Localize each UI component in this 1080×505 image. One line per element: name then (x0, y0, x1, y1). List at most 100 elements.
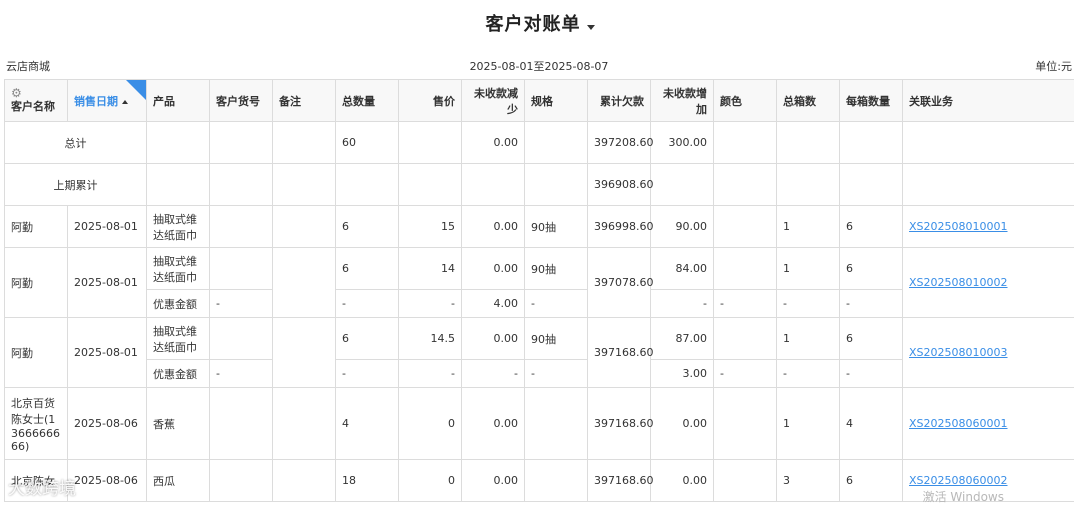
col-unreceived-decrease[interactable]: 未收款减少 (461, 79, 525, 122)
cell-price: 0 (398, 387, 462, 460)
cell-per-box: 4 (839, 387, 903, 460)
col-sale-date[interactable]: 销售日期 (67, 79, 147, 122)
cell-product: 抽取式维达纸面巾 (146, 317, 210, 360)
summary-prev-row: 上期累计 396908.60 (4, 163, 1074, 206)
cell-spec: 90抽 (524, 317, 588, 360)
col-per-box[interactable]: 每箱数量 (839, 79, 903, 122)
related-link[interactable]: XS202508010002 (909, 276, 1008, 289)
summary-total-label: 总计 (4, 121, 147, 164)
cell-price: 14 (398, 247, 462, 290)
summary-total-inc: 300.00 (650, 121, 714, 164)
sort-asc-icon[interactable] (122, 99, 128, 104)
corner-badge-icon (126, 80, 146, 100)
cell-date: 2025-08-01 (67, 247, 147, 318)
cell-boxes: 1 (776, 205, 840, 248)
gear-icon[interactable]: ⚙ (11, 87, 61, 99)
cell-date: 2025-08-06 (67, 387, 147, 460)
cell-qty: 4 (335, 387, 399, 460)
cell-sub-dec: 4.00 (461, 289, 525, 318)
cell-boxes: 1 (776, 247, 840, 290)
summary-total-dec: 0.00 (461, 121, 525, 164)
cell-product: 抽取式维达纸面巾 (146, 205, 210, 248)
cell-dec: 0.00 (461, 205, 525, 248)
cell-qty: 6 (335, 205, 399, 248)
cell-product: 西瓜 (146, 459, 210, 502)
col-price[interactable]: 售价 (398, 79, 462, 122)
cell-per-box: 6 (839, 247, 903, 290)
col-customer[interactable]: ⚙ 客户名称 (4, 79, 68, 122)
related-link[interactable]: XS202508060002 (909, 474, 1008, 487)
unit-label: 单位:元 (1035, 60, 1072, 73)
cell-customer: 北京百货陈女士(1366666666) (4, 387, 68, 460)
col-spec[interactable]: 规格 (524, 79, 588, 122)
page-title[interactable]: 客户对账单 (486, 14, 581, 35)
cell-date: 2025-08-06 (67, 459, 147, 502)
cell-owed: 397168.60 (587, 317, 654, 388)
cell-qty: 6 (335, 317, 399, 360)
cell-inc: 84.00 (650, 247, 714, 290)
cell-price: 0 (398, 459, 462, 502)
cell-boxes: 1 (776, 387, 840, 460)
cell-sub-inc: 3.00 (650, 359, 714, 388)
summary-total-row: 总计 60 0.00 397208.60 300.00 (4, 121, 1074, 164)
cell-owed: 397168.60 (587, 387, 654, 460)
cell-price: 14.5 (398, 317, 462, 360)
cell-product: 香蕉 (146, 387, 210, 460)
col-related[interactable]: 关联业务 (902, 79, 1074, 122)
table-row: 阿勤 2025-08-01 抽取式维达纸面巾 6 14.5 0.00 90抽 3… (4, 317, 1074, 388)
cell-qty: 18 (335, 459, 399, 502)
col-product[interactable]: 产品 (146, 79, 210, 122)
cell-date: 2025-08-01 (67, 205, 147, 248)
cell-per-box: 6 (839, 205, 903, 248)
summary-prev-owed: 396908.60 (587, 163, 654, 206)
meta-row: 云店商城 2025-08-01至2025-08-07 单位:元 (6, 58, 1072, 73)
related-link[interactable]: XS202508010001 (909, 220, 1008, 233)
table-row: 北京陈女 2025-08-06 西瓜 18 0 0.00 397168.60 0… (4, 459, 1074, 502)
cell-per-box: 6 (839, 459, 903, 502)
cell-dec: 0.00 (461, 459, 525, 502)
cell-inc: 0.00 (650, 459, 714, 502)
cell-price: 15 (398, 205, 462, 248)
cell-sub-product: 优惠金额 (146, 289, 210, 318)
cell-spec: 90抽 (524, 247, 588, 290)
cell-customer: 阿勤 (4, 205, 68, 248)
col-color[interactable]: 颜色 (713, 79, 777, 122)
related-link[interactable]: XS202508060001 (909, 417, 1008, 430)
col-total-boxes[interactable]: 总箱数 (776, 79, 840, 122)
cell-date: 2025-08-01 (67, 317, 147, 388)
table-header: ⚙ 客户名称 销售日期 产品 客户货号 备注 总数量 售价 未收款减少 规格 累计… (4, 79, 1074, 122)
cell-boxes: 1 (776, 317, 840, 360)
table-row: 阿勤 2025-08-01 抽取式维达纸面巾 6 15 0.00 90抽 396… (4, 205, 1074, 248)
cell-inc: 87.00 (650, 317, 714, 360)
cell-dec: 0.00 (461, 317, 525, 360)
cell-product: 抽取式维达纸面巾 (146, 247, 210, 290)
summary-total-owed: 397208.60 (587, 121, 654, 164)
cell-boxes: 3 (776, 459, 840, 502)
cell-customer: 阿勤 (4, 247, 68, 318)
col-remark[interactable]: 备注 (272, 79, 336, 122)
col-cumulative-owed[interactable]: 累计欠款 (587, 79, 651, 122)
cell-owed: 396998.60 (587, 205, 654, 248)
date-range: 2025-08-01至2025-08-07 (469, 60, 609, 73)
cell-per-box: 6 (839, 317, 903, 360)
col-unreceived-increase[interactable]: 未收款增加 (650, 79, 714, 122)
title-row: 客户对账单 (0, 10, 1080, 36)
statement-table-wrap[interactable]: ⚙ 客户名称 销售日期 产品 客户货号 备注 总数量 售价 未收款减少 规格 累计… (4, 79, 1074, 505)
statement-table: ⚙ 客户名称 销售日期 产品 客户货号 备注 总数量 售价 未收款减少 规格 累计… (4, 79, 1074, 502)
summary-prev-label: 上期累计 (4, 163, 147, 206)
col-total-qty[interactable]: 总数量 (335, 79, 399, 122)
cell-owed: 397168.60 (587, 459, 654, 502)
title-dropdown-icon[interactable] (586, 24, 595, 30)
table-row: 阿勤 2025-08-01 抽取式维达纸面巾 6 14 0.00 90抽 397… (4, 247, 1074, 318)
watermark-right: 激活 Windows (922, 490, 1004, 504)
cell-dec: 0.00 (461, 247, 525, 290)
summary-total-qty: 60 (335, 121, 399, 164)
related-link[interactable]: XS202508010003 (909, 346, 1008, 359)
table-row: 北京百货陈女士(1366666666) 2025-08-06 香蕉 4 0 0.… (4, 387, 1074, 460)
cell-inc: 90.00 (650, 205, 714, 248)
cell-customer: 阿勤 (4, 317, 68, 388)
cell-inc: 0.00 (650, 387, 714, 460)
cell-qty: 6 (335, 247, 399, 290)
col-customer-sku[interactable]: 客户货号 (209, 79, 273, 122)
cell-dec: 0.00 (461, 387, 525, 460)
